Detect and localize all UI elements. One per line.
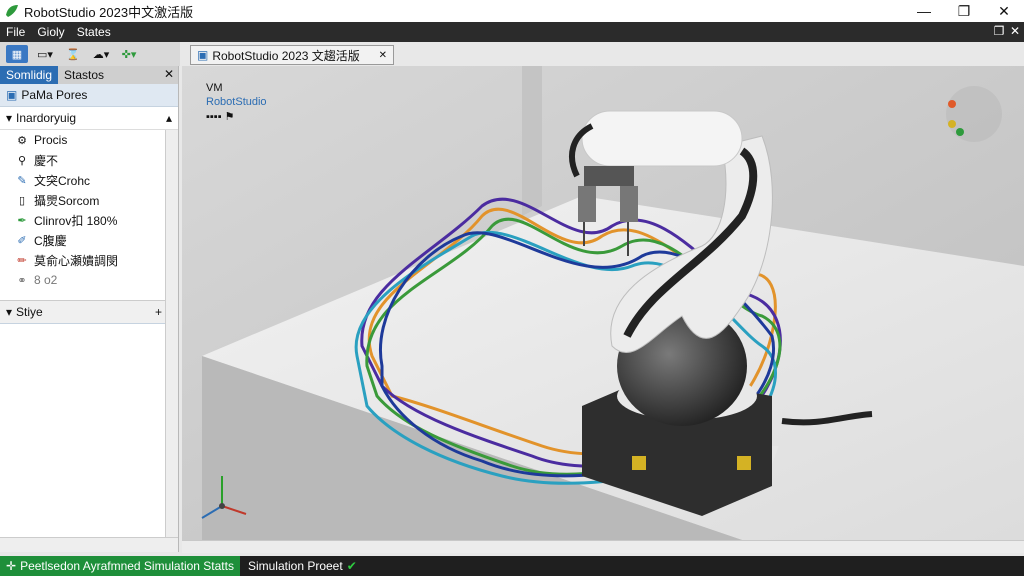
hourglass-icon[interactable]: ⌛: [62, 45, 84, 63]
panel-tabs: Somlidig Stastos ✕: [0, 66, 178, 84]
robot-upper-arm: [581, 110, 743, 167]
warning-label: [737, 456, 751, 470]
menu-bar: File Gioly States ❐ ✕: [0, 22, 1024, 42]
room-corner: [522, 66, 542, 216]
toolbar: ▦ ▭▾ ⌛ ☁▾ ✜▾: [0, 42, 180, 66]
chevron-up-icon[interactable]: ▴: [166, 111, 172, 125]
simulation-status: ✛ Peetlsedon Ayrafmned Simulation Statts: [0, 556, 240, 576]
section-pama-pores[interactable]: ▣ PaMa Pores: [0, 84, 178, 107]
section-label: Inardoryuig: [16, 111, 77, 125]
tree-item[interactable]: ⚙ Procis: [0, 130, 178, 150]
robot-icon[interactable]: ✜▾: [118, 45, 140, 63]
doc-close-button[interactable]: ✕: [1008, 24, 1022, 38]
close-button[interactable]: ✕: [984, 0, 1024, 22]
tree-item[interactable]: ⚲ 慶不: [0, 150, 178, 170]
side-panel: Somlidig Stastos ✕ ▣ PaMa Pores ▾ Inardo…: [0, 66, 179, 552]
view-cube[interactable]: [946, 86, 1002, 142]
check-icon: ✔: [346, 559, 357, 573]
pen-icon: ✒: [17, 214, 27, 227]
plus-icon: ✛: [6, 559, 17, 573]
scene: [182, 66, 1024, 540]
document-icon: ▯: [18, 194, 26, 207]
gripper-head: [584, 166, 634, 186]
panel-close-icon[interactable]: ✕: [164, 67, 174, 81]
viewport-hscrollbar[interactable]: [182, 540, 1024, 553]
tree-item[interactable]: ✐ C腹慶: [0, 230, 178, 250]
tree-item[interactable]: ⚭ 8 o2: [0, 270, 178, 290]
viewport-tab-label: RobotStudio 2023 文趨活版: [212, 48, 360, 63]
warning-label: [632, 456, 646, 470]
pencil-icon: ✏: [17, 254, 27, 267]
gripper-finger-left: [578, 186, 596, 222]
tree-list: ⚙ Procis ⚲ 慶不 ✎ 文突Crohc ▯ 攝煛Sorcom ✒ Clinrov扣…: [0, 130, 178, 300]
menu-gioly[interactable]: Gioly: [31, 25, 70, 39]
window-title: RobotStudio 2023中文激活版: [24, 4, 194, 20]
tab-close-icon[interactable]: ✕: [379, 50, 387, 61]
search-icon: ⚲: [17, 154, 27, 167]
cloud-icon[interactable]: ☁▾: [90, 45, 112, 63]
folder-icon: ▣: [6, 88, 18, 102]
layout-icon[interactable]: ▦: [6, 45, 28, 63]
tab-stastos[interactable]: Stastos: [58, 66, 110, 84]
chevron-down-icon: ▾: [6, 111, 13, 125]
tree-item[interactable]: ✒ Clinrov扣 180%: [0, 210, 178, 230]
window-icon[interactable]: ▭▾: [34, 45, 56, 63]
tree-scrollbar[interactable]: [165, 130, 178, 300]
menu-file[interactable]: File: [0, 25, 31, 39]
view-icon: ▣: [197, 48, 209, 62]
app-logo-icon: [6, 5, 18, 17]
viewport-tab[interactable]: ▣ RobotStudio 2023 文趨活版 ✕: [190, 45, 394, 65]
section-inardoryuig[interactable]: ▾ Inardoryuig ▴: [0, 107, 178, 130]
minimize-button[interactable]: —: [904, 0, 944, 22]
gripper-finger-right: [620, 186, 638, 222]
menu-states[interactable]: States: [71, 25, 117, 39]
add-icon[interactable]: +: [155, 305, 162, 319]
status-bar: ✛ Peetlsedon Ayrafmned Simulation Statts…: [0, 556, 1024, 576]
section-label: Stiye: [16, 305, 43, 319]
tab-somlidig[interactable]: Somlidig: [0, 66, 59, 84]
wrench-icon: ✐: [17, 234, 27, 247]
title-bar: RobotStudio 2023中文激活版 — ❐ ✕: [0, 0, 1024, 22]
doc-restore-button[interactable]: ❐: [992, 24, 1006, 38]
section-label: PaMa Pores: [21, 88, 88, 102]
3d-viewport[interactable]: VM RobotStudio ▪▪▪▪ ⚑: [182, 66, 1024, 540]
section-stiye[interactable]: ▾ Stiye +: [0, 300, 178, 324]
tree-item[interactable]: ✎ 文突Crohc: [0, 170, 178, 190]
maximize-button[interactable]: ❐: [944, 0, 984, 22]
link-icon: ⚭: [17, 274, 27, 287]
overlay-robotstudio: RobotStudio: [206, 96, 267, 108]
panel-scrollbar[interactable]: [165, 298, 178, 538]
overlay-controls-icon[interactable]: ▪▪▪▪ ⚑: [206, 110, 235, 123]
tree-item[interactable]: ✏ 莫俞心瀬嬇調閔: [0, 250, 178, 270]
gear-icon: ⚙: [17, 134, 27, 147]
panel-hscrollbar[interactable]: [0, 537, 178, 552]
overlay-vm: VM: [206, 82, 223, 94]
tool-icon: ✎: [17, 174, 27, 187]
simulation-project: Simulation Proeet ✔: [247, 559, 357, 573]
chevron-down-icon: ▾: [6, 305, 13, 319]
tree-item[interactable]: ▯ 攝煛Sorcom: [0, 190, 178, 210]
